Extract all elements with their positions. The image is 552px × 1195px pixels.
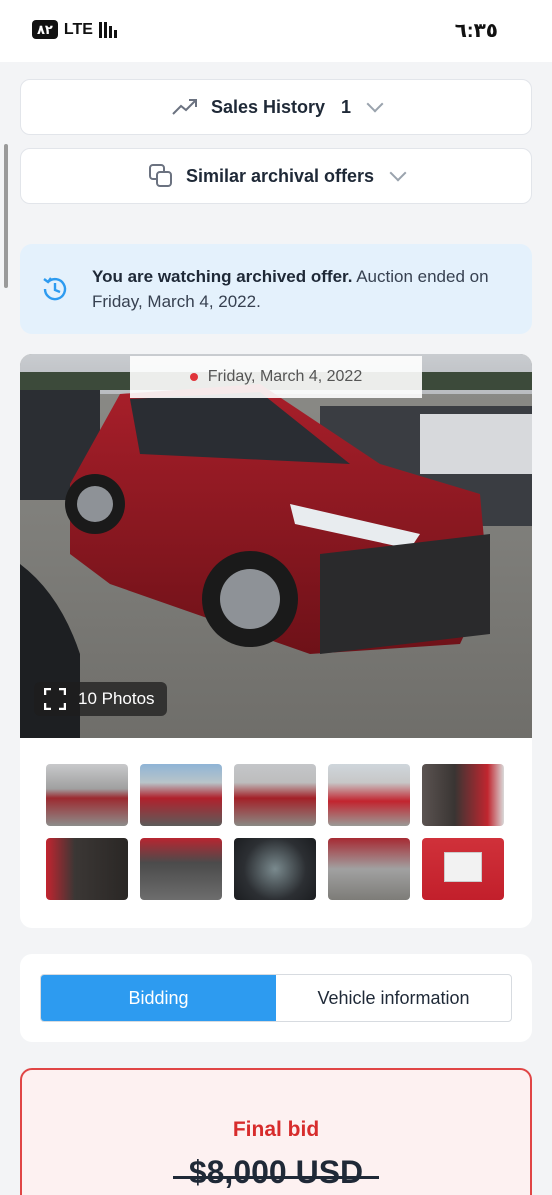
thumbnail[interactable] — [234, 764, 316, 826]
status-dot — [189, 373, 198, 381]
photos-count-label: 10 Photos — [78, 689, 155, 708]
chevron-down-icon — [389, 164, 407, 182]
copy-icon — [148, 164, 172, 187]
history-icon — [43, 277, 67, 301]
chevron-down-icon — [366, 95, 384, 113]
sales-history-label: Sales History — [210, 96, 326, 117]
scrollbar[interactable] — [4, 144, 8, 288]
tab-vehicle-information[interactable]: Vehicle information — [276, 975, 511, 1021]
similar-offers-toggle[interactable]: Similar archival offers — [20, 148, 532, 204]
status-bar: ۸۲ LTE ٦:٣٥ — [0, 0, 552, 62]
tabs-card: Bidding Vehicle information — [20, 954, 532, 1042]
final-bid-amount: $8,000 USD — [172, 1154, 380, 1190]
trending-up-icon — [172, 99, 197, 115]
clock: ٦:٣٥ — [454, 20, 498, 42]
thumbnail[interactable] — [140, 838, 222, 900]
thumbnail[interactable] — [140, 764, 222, 826]
fullscreen-icon — [44, 688, 66, 710]
archived-notice: You are watching archived offer. Auction… — [20, 244, 532, 334]
final-bid-label: Final bid — [232, 1118, 320, 1141]
main-photo[interactable]: Friday, March 4, 2022 10 Photos — [20, 354, 532, 738]
battery-indicator: ۸۲ — [32, 20, 58, 39]
thumbnail[interactable] — [46, 838, 128, 900]
thumbnail[interactable] — [422, 838, 504, 900]
auction-date: Friday, March 4, 2022 — [207, 368, 363, 385]
car-photo — [20, 354, 532, 738]
thumbnail[interactable] — [422, 764, 504, 826]
tab-bidding[interactable]: Bidding — [41, 975, 276, 1021]
photo-gallery: Friday, March 4, 2022 10 Photos — [20, 354, 532, 928]
notice-text: You are watching archived offer. Auction… — [92, 264, 512, 314]
signal-icon — [98, 21, 117, 38]
thumbnail[interactable] — [328, 764, 410, 826]
network-label: LTE — [63, 20, 93, 38]
photos-button[interactable]: 10 Photos — [34, 682, 167, 716]
final-bid-amount-wrap: $8,000 USD — [22, 1154, 530, 1191]
thumbnail[interactable] — [328, 838, 410, 900]
final-bid-card: Final bid $8,000 USD — [20, 1068, 532, 1195]
auction-date-chip: Friday, March 4, 2022 — [130, 356, 422, 398]
page: Sales History 1 Similar archival offers … — [0, 62, 552, 1195]
sales-history-toggle[interactable]: Sales History 1 — [20, 79, 532, 135]
tab-bar: Bidding Vehicle information — [40, 974, 512, 1022]
sales-history-count: 1 — [341, 96, 352, 117]
similar-offers-label: Similar archival offers — [185, 165, 375, 186]
thumbnail[interactable] — [234, 838, 316, 900]
thumbnail[interactable] — [46, 764, 128, 826]
notice-bold: You are watching archived offer. — [92, 267, 353, 286]
